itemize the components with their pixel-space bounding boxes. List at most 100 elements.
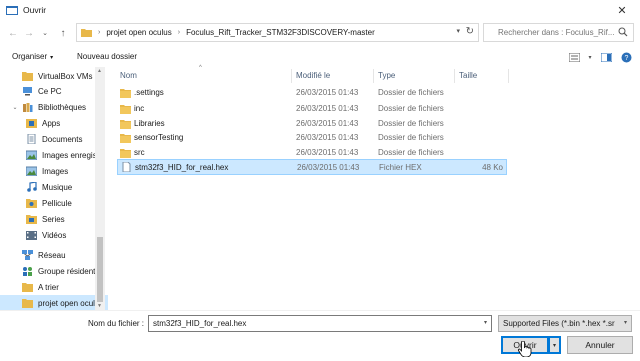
- address-dropdown-icon[interactable]: ▾: [456, 27, 460, 35]
- search-input[interactable]: [498, 28, 623, 37]
- network-icon: [22, 250, 33, 260]
- column-divider[interactable]: [291, 69, 292, 83]
- file-name: stm32f3_HID_for_real.hex: [135, 163, 229, 172]
- file-name: src: [134, 148, 145, 157]
- sidebar-item-projet-open-oculus[interactable]: projet open ocul ⌄: [0, 295, 108, 310]
- sidebar-item-apps[interactable]: Apps: [26, 115, 60, 131]
- file-date: 26/03/2015 01:43: [297, 163, 360, 172]
- series-icon: [26, 215, 37, 224]
- forward-button[interactable]: →: [22, 24, 36, 42]
- sidebar-scrollbar[interactable]: ▲ ▼: [95, 67, 105, 310]
- organize-button[interactable]: Organiser ▾: [12, 52, 53, 61]
- view-list-icon: [568, 52, 580, 62]
- folder-icon: [22, 283, 33, 292]
- filename-combobox[interactable]: ▾: [148, 315, 492, 332]
- sidebar-item-this-pc[interactable]: Ce PC: [22, 83, 62, 99]
- sidebar-item-series[interactable]: Series: [26, 211, 65, 227]
- window-title: Ouvrir: [23, 5, 47, 15]
- file-row[interactable]: inc 26/03/2015 01:43 Dossier de fichiers: [117, 102, 507, 116]
- sidebar-item-libraries[interactable]: ⌄ Bibliothèques: [11, 99, 86, 115]
- caret-down-icon: ▾: [588, 54, 592, 61]
- view-dropdown-button[interactable]: ▾: [586, 50, 594, 64]
- file-type: Fichier HEX: [379, 163, 422, 172]
- column-divider[interactable]: [454, 69, 455, 83]
- file-size: 48 Ko: [482, 163, 503, 172]
- file-row[interactable]: src 26/03/2015 01:43 Dossier de fichiers: [117, 146, 507, 160]
- file-row[interactable]: Libraries 26/03/2015 01:43 Dossier de fi…: [117, 117, 507, 131]
- sidebar-item-label: projet open ocul: [38, 298, 95, 308]
- refresh-icon[interactable]: ↻: [466, 26, 474, 37]
- sidebar-item-label: Images enregis: [42, 150, 97, 160]
- svg-text:?: ?: [624, 55, 628, 62]
- file-row[interactable]: sensorTesting 26/03/2015 01:43 Dossier d…: [117, 131, 507, 145]
- sidebar-item-music[interactable]: Musique: [26, 179, 72, 195]
- sidebar-item-label: Documents: [42, 134, 83, 144]
- scrollbar-thumb[interactable]: [97, 237, 103, 302]
- open-options-button[interactable]: ▾: [549, 336, 561, 354]
- file-type: Dossier de fichiers: [378, 119, 444, 128]
- sidebar-item-saved-pictures[interactable]: Images enregis: [26, 147, 97, 163]
- breadcrumb-item[interactable]: Foculus_Rift_Tracker_STM32F3DISCOVERY-ma…: [186, 28, 375, 37]
- sidebar-item-camera-roll[interactable]: Pellicule: [26, 195, 72, 211]
- folder-icon: [120, 89, 131, 98]
- file-type: Dossier de fichiers: [378, 104, 444, 113]
- sidebar-item-label: Groupe résident: [38, 266, 96, 276]
- navigation-pane[interactable]: VirtualBox VMs Ce PC ⌄ Bibliothèques App…: [0, 67, 108, 310]
- scroll-down-icon[interactable]: ▼: [97, 303, 102, 309]
- column-header-type[interactable]: Type: [378, 67, 395, 83]
- breadcrumb-separator: ›: [177, 29, 181, 36]
- file-type-filter[interactable]: Supported Files (*.bin *.hex *.sr ▾: [498, 315, 632, 332]
- sidebar-item-pictures[interactable]: Images: [26, 163, 68, 179]
- sidebar-item-homegroup[interactable]: Groupe résident: [22, 263, 95, 279]
- sidebar-item-documents[interactable]: Documents: [26, 131, 82, 147]
- cancel-button[interactable]: Annuler: [567, 336, 633, 354]
- chevron-down-icon[interactable]: ▾: [484, 319, 487, 326]
- column-header-date[interactable]: Modifié le: [296, 67, 330, 83]
- recent-locations-button[interactable]: ⌄: [38, 24, 52, 42]
- sidebar-item-label: Musique: [42, 182, 73, 192]
- file-row[interactable]: .settings 26/03/2015 01:43 Dossier de fi…: [117, 86, 507, 100]
- folder-icon: [120, 134, 131, 143]
- sidebar-item-virtualbox[interactable]: VirtualBox VMs: [22, 68, 93, 84]
- close-button[interactable]: ✕: [604, 0, 640, 20]
- file-date: 26/03/2015 01:43: [296, 133, 359, 142]
- navigation-bar: ← → ⌄ ↑ › projet open oculus › Foculus_R…: [0, 21, 640, 45]
- sidebar-item-network[interactable]: Réseau: [22, 247, 66, 263]
- column-divider[interactable]: [508, 69, 509, 83]
- search-icon[interactable]: [618, 27, 628, 37]
- column-header-size[interactable]: Taille: [459, 67, 477, 83]
- column-divider[interactable]: [373, 69, 374, 83]
- saved-pictures-icon: [26, 150, 37, 160]
- sidebar-item-videos[interactable]: Vidéos: [26, 227, 66, 243]
- up-button[interactable]: ↑: [56, 24, 70, 42]
- preview-pane-button[interactable]: [598, 50, 614, 64]
- sidebar-item-a-trier[interactable]: A trier: [22, 279, 59, 295]
- filename-input[interactable]: [149, 316, 469, 331]
- chevron-down-icon[interactable]: ⌄: [11, 104, 19, 111]
- file-row-selected[interactable]: stm32f3_HID_for_real.hex 26/03/2015 01:4…: [117, 159, 507, 175]
- address-bar[interactable]: › projet open oculus › Foculus_Rift_Trac…: [76, 23, 479, 42]
- help-button[interactable]: ?: [618, 50, 634, 64]
- command-bar: Organiser ▾ Nouveau dossier ▾ ?: [0, 47, 640, 67]
- back-button[interactable]: ←: [6, 24, 20, 42]
- filename-label: Nom du fichier :: [88, 319, 145, 328]
- sidebar-item-label: Series: [42, 214, 65, 224]
- breadcrumb-item[interactable]: projet open oculus: [106, 28, 171, 37]
- view-options-button[interactable]: [566, 50, 582, 64]
- videos-icon: [26, 231, 37, 240]
- chevron-down-icon[interactable]: ▾: [623, 319, 627, 326]
- app-icon: [6, 6, 18, 15]
- file-list[interactable]: ^ Nom Modifié le Type Taille .settings 2…: [113, 65, 640, 310]
- divider: [0, 310, 640, 311]
- folder-icon: [120, 120, 131, 129]
- breadcrumb-separator: ›: [98, 29, 101, 36]
- folder-icon: [22, 72, 33, 81]
- column-header-name[interactable]: Nom: [120, 67, 137, 83]
- sidebar-item-label: A trier: [38, 282, 59, 292]
- search-box[interactable]: [483, 23, 634, 42]
- sidebar-item-label: Images: [42, 166, 69, 176]
- scroll-up-icon[interactable]: ▲: [97, 68, 102, 74]
- sidebar-item-label: Réseau: [38, 250, 66, 260]
- file-name: inc: [134, 104, 145, 113]
- new-folder-button[interactable]: Nouveau dossier: [77, 52, 137, 61]
